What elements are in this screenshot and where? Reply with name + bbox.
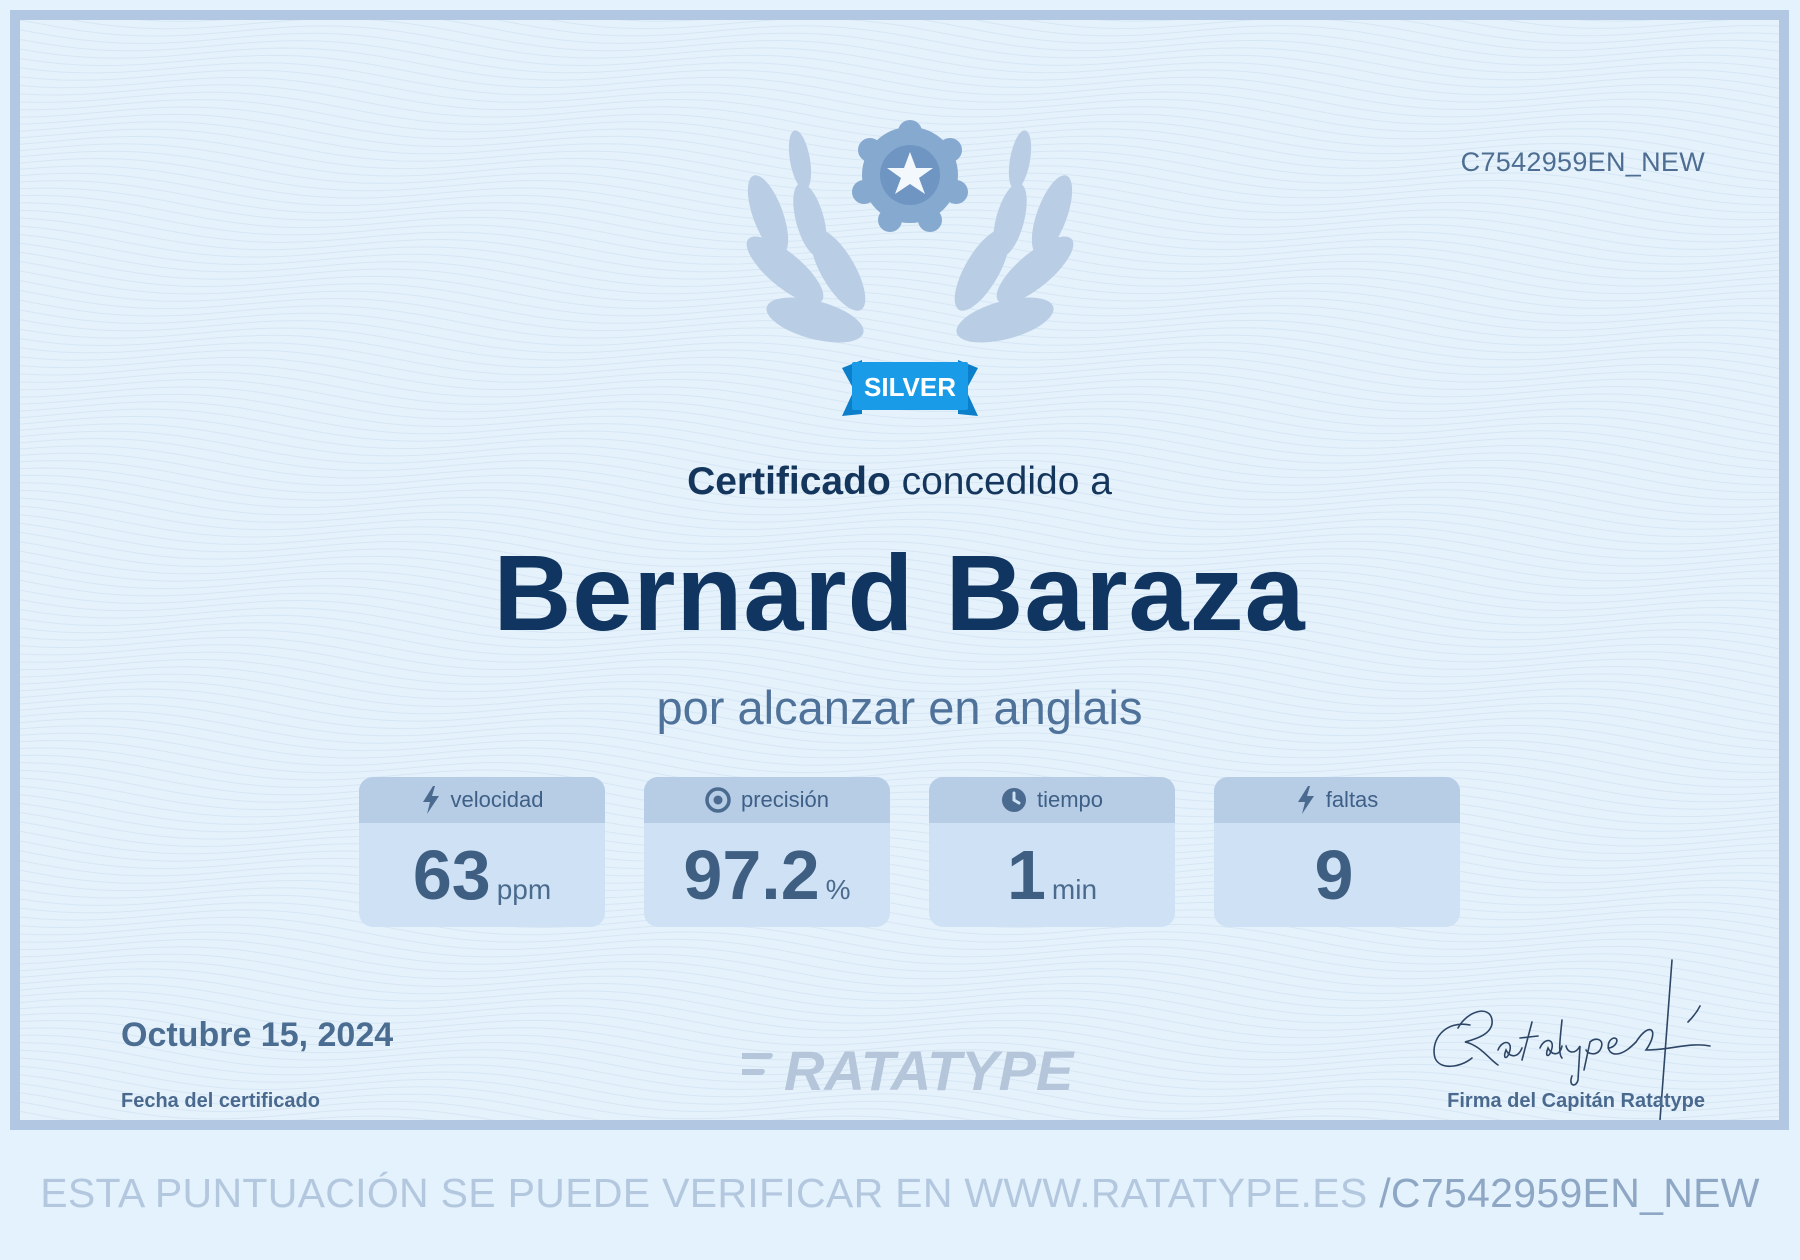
stat-header: precisión <box>644 777 890 823</box>
stat-unit: % <box>825 874 851 905</box>
stat-card-accuracy: precisión 97.2 % <box>644 777 890 927</box>
stat-body: 9 <box>1214 823 1460 927</box>
target-icon <box>705 787 731 813</box>
heading-rest: concedido a <box>890 460 1112 503</box>
clock-icon <box>1001 788 1026 812</box>
heading-bold: Certificado <box>687 460 891 503</box>
achievement-subtitle: por alcanzar en anglais <box>656 681 1143 734</box>
stat-card-speed: velocidad 63 ppm <box>359 777 605 927</box>
stat-label: precisión <box>740 787 830 812</box>
stat-card-time: tiempo 1 min <box>929 777 1175 927</box>
stat-value: 97.2 <box>683 836 820 914</box>
verify-code: /C7542959EN_NEW <box>1379 1170 1760 1216</box>
stat-unit: ppm <box>496 874 552 905</box>
recipient-name: Bernard Baraza <box>493 532 1306 653</box>
signature-label: Firma del Capitán Ratatype <box>1447 1090 1705 1112</box>
verification-footer: ESTA PUNTUACIÓN SE PUEDE VERIFICAR EN WW… <box>0 1170 1800 1217</box>
bolt-icon <box>1297 786 1314 814</box>
verify-text: ESTA PUNTUACIÓN SE PUEDE VERIFICAR EN WW… <box>40 1170 1380 1216</box>
stat-body: 1 min <box>929 823 1175 927</box>
stat-label: tiempo <box>1036 787 1104 812</box>
stat-value: 9 <box>1314 836 1354 914</box>
stat-value: 1 <box>1006 836 1046 914</box>
stat-header: tiempo <box>929 777 1175 823</box>
stat-body: 63 ppm <box>359 823 605 927</box>
stat-value: 63 <box>412 836 491 914</box>
svg-text:RATATYPE: RATATYPE <box>784 1039 1075 1101</box>
stat-header: velocidad <box>359 777 605 823</box>
silver-badge-label: SILVER <box>864 372 956 402</box>
bolt-icon <box>422 786 439 814</box>
stat-header: faltas <box>1214 777 1460 823</box>
stat-label: velocidad <box>450 787 544 812</box>
stat-body: 97.2 % <box>644 823 890 927</box>
certificate-card: C7542959EN_NEW SILVER Certificado conced… <box>10 10 1789 1130</box>
certificate-id: C7542959EN_NEW <box>1460 147 1705 177</box>
certificate-date: Octubre 15, 2024 <box>121 1016 394 1054</box>
stat-card-errors: faltas 9 <box>1214 777 1460 927</box>
stat-unit: min <box>1051 874 1098 905</box>
date-label: Fecha del certificado <box>121 1090 320 1112</box>
certificate-heading: Certificado concedido a <box>20 460 1779 504</box>
ratatype-logo: RATATYPE <box>742 1039 1075 1101</box>
laurel-star-emblem: SILVER <box>746 120 1074 416</box>
stat-label: faltas <box>1325 787 1379 812</box>
